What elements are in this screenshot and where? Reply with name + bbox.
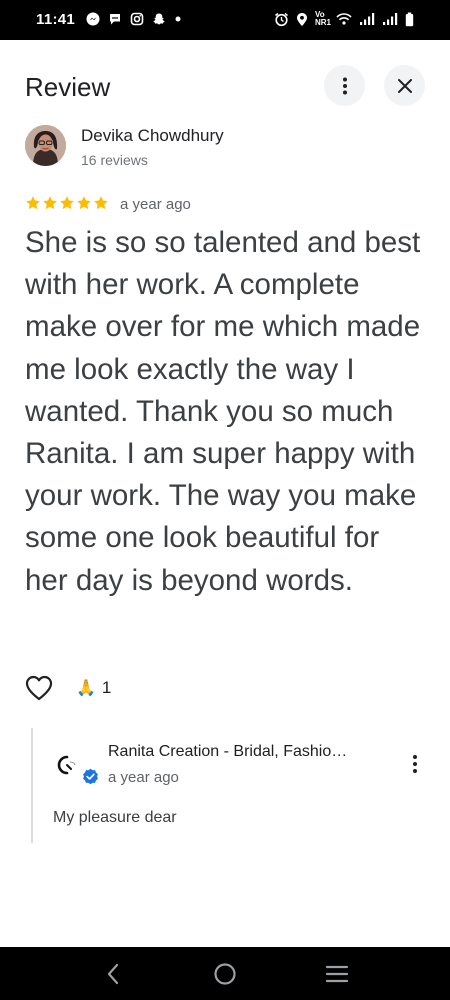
page-title: Review xyxy=(25,72,111,102)
close-icon xyxy=(397,78,412,93)
more-vert-icon xyxy=(413,755,417,773)
system-status-icons: Vo NR1 xyxy=(274,11,414,27)
praying-hands-icon: 🙏 xyxy=(76,680,96,697)
heart-outline-icon xyxy=(25,675,53,701)
battery-icon xyxy=(405,12,414,26)
location-icon xyxy=(297,12,307,26)
nav-back-button[interactable] xyxy=(100,961,126,987)
star-rating xyxy=(25,195,109,211)
reply-text: My pleasure dear xyxy=(53,809,177,826)
navigation-bar xyxy=(0,947,450,1000)
more-options-button[interactable] xyxy=(324,65,365,106)
messenger-icon xyxy=(86,12,100,26)
star-icon xyxy=(94,196,108,210)
owner-logo-mark xyxy=(57,755,76,775)
back-icon xyxy=(107,963,119,985)
reviewer-review-count: 16 reviews xyxy=(81,152,148,168)
reviewer-avatar[interactable] xyxy=(25,125,66,166)
status-time: 11:41 xyxy=(36,11,76,28)
alarm-icon xyxy=(275,12,288,26)
reply-more-button[interactable] xyxy=(404,752,426,776)
avatar-photo xyxy=(25,125,66,166)
star-icon xyxy=(43,196,57,210)
close-button[interactable] xyxy=(384,65,425,106)
review-date: a year ago xyxy=(120,196,191,213)
owner-logo[interactable] xyxy=(53,752,79,778)
signal-icon-sim1 xyxy=(360,13,375,25)
star-icon xyxy=(77,196,91,210)
like-button[interactable] xyxy=(25,675,55,703)
verified-icon xyxy=(83,768,98,785)
reaction-count: 1 xyxy=(101,678,112,697)
star-icon xyxy=(60,196,74,210)
wifi-icon xyxy=(336,13,352,25)
network-label: Vo NR1 xyxy=(315,10,332,27)
star-icon xyxy=(26,196,40,210)
nav-home-button[interactable] xyxy=(212,961,238,987)
owner-name[interactable]: Ranita Creation - Bridal, Fashio… xyxy=(108,743,388,761)
reply-date: a year ago xyxy=(108,769,179,786)
recents-icon xyxy=(325,965,349,983)
notification-dot-icon xyxy=(175,16,181,22)
review-text: She is so so talented and best with her … xyxy=(25,226,421,597)
chat-bubble-icon xyxy=(110,14,120,25)
instagram-icon xyxy=(130,12,144,26)
reaction-summary[interactable]: 🙏 1 xyxy=(76,678,111,698)
status-bar: 11:41 Vo NR1 xyxy=(0,0,450,40)
verified-badge xyxy=(82,768,99,785)
notification-icons xyxy=(86,12,182,26)
signal-icon-sim2 xyxy=(383,13,398,25)
nav-recents-button[interactable] xyxy=(324,961,350,987)
reply-divider xyxy=(31,728,33,843)
home-icon xyxy=(214,963,236,985)
snapchat-icon xyxy=(153,13,165,25)
reviewer-name[interactable]: Devika Chowdhury xyxy=(81,126,224,146)
more-vert-icon xyxy=(342,77,347,94)
